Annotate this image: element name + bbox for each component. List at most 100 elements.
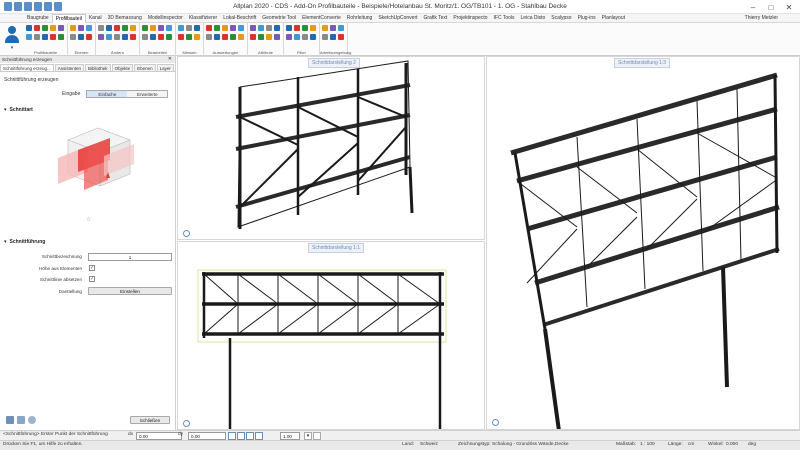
user-avatar-icon[interactable]: ▾ bbox=[3, 24, 21, 54]
ribbon-tab[interactable]: Projektinspecto bbox=[450, 14, 490, 23]
ribbon-tool-icon[interactable] bbox=[150, 34, 156, 40]
ribbon-tool-icon[interactable] bbox=[214, 25, 220, 31]
dropdown-icon[interactable]: ▾ bbox=[304, 432, 312, 440]
ribbon-tab[interactable]: Baugrube bbox=[24, 14, 52, 23]
section-schnittfuehrung[interactable]: ▾ Schnittführung bbox=[4, 239, 45, 245]
ribbon-tool-icon[interactable] bbox=[274, 34, 280, 40]
angle-value[interactable]: 0.000 bbox=[726, 442, 738, 447]
scale-value[interactable]: 1 : 100 bbox=[640, 442, 655, 447]
ribbon-tool-icon[interactable] bbox=[206, 25, 212, 31]
palette-tab[interactable]: Layer bbox=[156, 64, 174, 71]
user-name[interactable]: Thierry Metzler bbox=[745, 15, 778, 21]
ribbon-tool-icon[interactable] bbox=[50, 34, 56, 40]
length-value[interactable]: cm bbox=[688, 442, 694, 447]
viewport-section-2[interactable]: Schnittdarstellung 2 bbox=[177, 56, 485, 240]
ribbon-tool-icon[interactable] bbox=[34, 34, 40, 40]
ribbon-tool-icon[interactable] bbox=[106, 34, 112, 40]
ribbon-tool-icon[interactable] bbox=[310, 34, 316, 40]
ribbon-tab[interactable]: Rohrleitung bbox=[344, 14, 376, 23]
ribbon-tool-icon[interactable] bbox=[274, 25, 280, 31]
ribbon-tab[interactable]: Kanal bbox=[86, 14, 105, 23]
ribbon-tool-icon[interactable] bbox=[86, 25, 92, 31]
viewport-settings-icon[interactable] bbox=[492, 419, 499, 426]
ribbon-tab[interactable]: Klassifizierer bbox=[186, 14, 220, 23]
ribbon-tab[interactable]: Geometrie Tool bbox=[259, 14, 299, 23]
viewport-section-1-3[interactable]: Schnittdarstellung 1:3 bbox=[486, 56, 800, 430]
ribbon-tool-icon[interactable] bbox=[186, 25, 192, 31]
ribbon-tool-icon[interactable] bbox=[322, 25, 328, 31]
ribbon-tool-icon[interactable] bbox=[338, 25, 344, 31]
ribbon-tool-icon[interactable] bbox=[114, 34, 120, 40]
ribbon-tab[interactable]: 3D Bemassung bbox=[105, 14, 145, 23]
ribbon-tool-icon[interactable] bbox=[266, 34, 272, 40]
ribbon-tool-icon[interactable] bbox=[86, 34, 92, 40]
ribbon-tab[interactable]: ElementConverte bbox=[299, 14, 344, 23]
ribbon-tool-icon[interactable] bbox=[58, 25, 64, 31]
ribbon-tool-icon[interactable] bbox=[42, 25, 48, 31]
ribbon-tool-icon[interactable] bbox=[330, 34, 336, 40]
grid-snap-icon[interactable] bbox=[255, 432, 263, 440]
close-icon[interactable]: ✕ bbox=[780, 1, 798, 13]
ribbon-tool-icon[interactable] bbox=[50, 25, 56, 31]
ribbon-tool-icon[interactable] bbox=[338, 34, 344, 40]
ribbon-tool-icon[interactable] bbox=[130, 34, 136, 40]
ribbon-tool-icon[interactable] bbox=[142, 25, 148, 31]
ribbon-tool-icon[interactable] bbox=[98, 25, 104, 31]
ribbon-tool-icon[interactable] bbox=[78, 34, 84, 40]
ribbon-tab[interactable]: Planlayout bbox=[599, 14, 628, 23]
close-button[interactable]: Schließen bbox=[130, 416, 170, 424]
ribbon-tool-icon[interactable] bbox=[222, 25, 228, 31]
drawing-type-value[interactable]: Schalung - Grundriss Wände,Decke bbox=[492, 442, 569, 447]
minimize-icon[interactable]: – bbox=[744, 1, 762, 13]
ribbon-tool-icon[interactable] bbox=[42, 34, 48, 40]
display-settings-button[interactable]: Einstellen bbox=[88, 287, 172, 295]
ribbon-tool-icon[interactable] bbox=[70, 34, 76, 40]
ribbon-tab[interactable]: Profilbauteil bbox=[51, 14, 86, 23]
ribbon-tool-icon[interactable] bbox=[114, 25, 120, 31]
palette-tab[interactable]: Ebenen bbox=[134, 64, 156, 71]
section-schnittart[interactable]: ▾ Schnittart bbox=[4, 107, 33, 113]
mode-simple-button[interactable]: Einfache bbox=[87, 91, 128, 97]
palette-tab[interactable]: Assistenten bbox=[54, 64, 85, 71]
ribbon-tab[interactable]: Plug-ins bbox=[575, 14, 599, 23]
ribbon-tool-icon[interactable] bbox=[230, 25, 236, 31]
ribbon-tool-icon[interactable] bbox=[250, 25, 256, 31]
viewport-section-1[interactable]: Schnittdarstellung 1:1 bbox=[177, 241, 485, 430]
section-name-input[interactable]: 1 bbox=[88, 253, 172, 261]
ribbon-tool-icon[interactable] bbox=[238, 25, 244, 31]
ribbon-tab[interactable]: IFC Tools bbox=[491, 14, 518, 23]
ribbon-tool-icon[interactable] bbox=[294, 25, 300, 31]
ribbon-tool-icon[interactable] bbox=[186, 34, 192, 40]
track-snap-icon[interactable] bbox=[237, 432, 245, 440]
ribbon-tool-icon[interactable] bbox=[194, 25, 200, 31]
load-favorite-icon[interactable] bbox=[17, 416, 25, 424]
ribbon-tool-icon[interactable] bbox=[194, 34, 200, 40]
ribbon-tool-icon[interactable] bbox=[258, 25, 264, 31]
palette-tab[interactable]: Objekte bbox=[111, 64, 134, 71]
ribbon-tool-icon[interactable] bbox=[222, 34, 228, 40]
angle-snap-icon[interactable] bbox=[246, 432, 254, 440]
ribbon-tool-icon[interactable] bbox=[238, 34, 244, 40]
palette-tab[interactable]: Schnittführung erzeug... bbox=[0, 64, 54, 71]
ribbon-tool-icon[interactable] bbox=[122, 25, 128, 31]
ribbon-tool-icon[interactable] bbox=[214, 34, 220, 40]
ribbon-tool-icon[interactable] bbox=[166, 25, 172, 31]
settings-icon[interactable] bbox=[28, 416, 36, 424]
ribbon-tab[interactable]: Modellinspector bbox=[145, 14, 186, 23]
offset-line-checkbox[interactable]: ✓ bbox=[89, 276, 95, 282]
section-type-preview-icon[interactable] bbox=[48, 120, 138, 196]
ribbon-tool-icon[interactable] bbox=[26, 25, 32, 31]
ribbon-tool-icon[interactable] bbox=[230, 34, 236, 40]
viewport-settings-icon[interactable] bbox=[183, 230, 190, 237]
ribbon-tool-icon[interactable] bbox=[286, 25, 292, 31]
ribbon-tool-icon[interactable] bbox=[98, 34, 104, 40]
maximize-icon[interactable]: □ bbox=[762, 1, 780, 13]
ribbon-tool-icon[interactable] bbox=[122, 34, 128, 40]
palette-close-icon[interactable]: ✕ bbox=[168, 56, 172, 63]
mode-extended-button[interactable]: Erweiterte bbox=[127, 91, 168, 97]
ribbon-tool-icon[interactable] bbox=[26, 34, 32, 40]
dy-input[interactable]: 0.00 bbox=[188, 432, 226, 440]
ribbon-tab[interactable]: SketchUpConvert bbox=[375, 14, 420, 23]
ribbon-tool-icon[interactable] bbox=[258, 34, 264, 40]
ribbon-tool-icon[interactable] bbox=[286, 34, 292, 40]
